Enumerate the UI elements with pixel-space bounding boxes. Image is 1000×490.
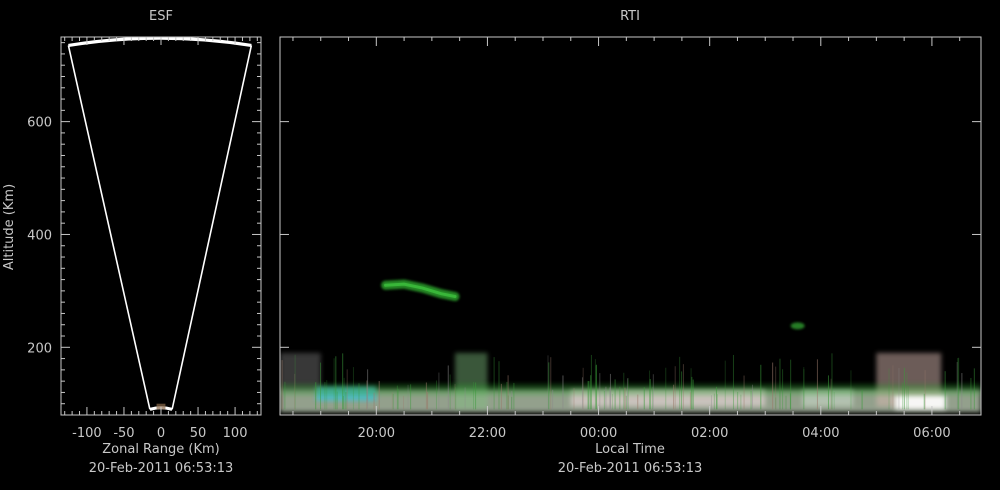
esf-y-tick-label: 600 bbox=[27, 116, 52, 131]
esf-title: ESF bbox=[149, 9, 173, 24]
rti-background bbox=[280, 37, 981, 415]
rti-x-tick-label: 04:00 bbox=[802, 426, 839, 441]
rti-x-tick-label: 06:00 bbox=[913, 426, 950, 441]
rti-x-tick-label: 22:00 bbox=[469, 426, 506, 441]
esf-x-tick-label: 0 bbox=[157, 426, 165, 441]
esf-beam-cone bbox=[67, 37, 253, 411]
rti-x-axis-label: Local Time bbox=[595, 442, 665, 457]
esf-beam-top-arc bbox=[68, 37, 252, 48]
rti-x-tick-label: 20:00 bbox=[358, 426, 395, 441]
rti-small-echo-patch bbox=[790, 322, 805, 330]
rti-title: RTI bbox=[620, 9, 640, 24]
esf-timestamp: 20-Feb-2011 06:53:13 bbox=[89, 461, 234, 476]
esf-x-axis: -100 -50 0 50 100 bbox=[64, 37, 258, 441]
esf-axes-frame bbox=[60, 36, 262, 416]
esf-y-axis-label: Altitude (Km) bbox=[2, 184, 17, 270]
rti-echo-image bbox=[280, 37, 981, 415]
esf-y-tick-label: 400 bbox=[27, 228, 52, 243]
rti-panel: RTI 20:00 22:00 00:00 02:00 04:00 06:00 Local… bbox=[279, 9, 982, 476]
esf-beam-left-edge bbox=[67, 45, 151, 410]
esf-beam-right-edge bbox=[171, 45, 253, 410]
esf-y-tick-label: 200 bbox=[27, 341, 52, 356]
rti-x-tick-label: 00:00 bbox=[580, 426, 617, 441]
esf-x-tick-label: -50 bbox=[113, 426, 134, 441]
esf-x-axis-label: Zonal Range (Km) bbox=[102, 442, 219, 457]
rti-x-tick-label: 02:00 bbox=[691, 426, 728, 441]
esf-x-tick-label: 100 bbox=[223, 426, 248, 441]
esf-panel: ESF -100 -50 0 50 100 200 400 600 Zonal Range … bbox=[2, 9, 262, 476]
figure: ESF -100 -50 0 50 100 200 400 600 Zonal Range … bbox=[2, 9, 982, 476]
rti-timestamp: 20-Feb-2011 06:53:13 bbox=[558, 461, 703, 476]
esf-y-axis: 200 400 600 bbox=[27, 42, 261, 405]
rti-echo-region bbox=[280, 383, 981, 396]
esf-x-tick-label: 50 bbox=[190, 426, 207, 441]
esf-x-tick-label: -100 bbox=[72, 426, 102, 441]
rti-echo-region bbox=[455, 352, 488, 410]
